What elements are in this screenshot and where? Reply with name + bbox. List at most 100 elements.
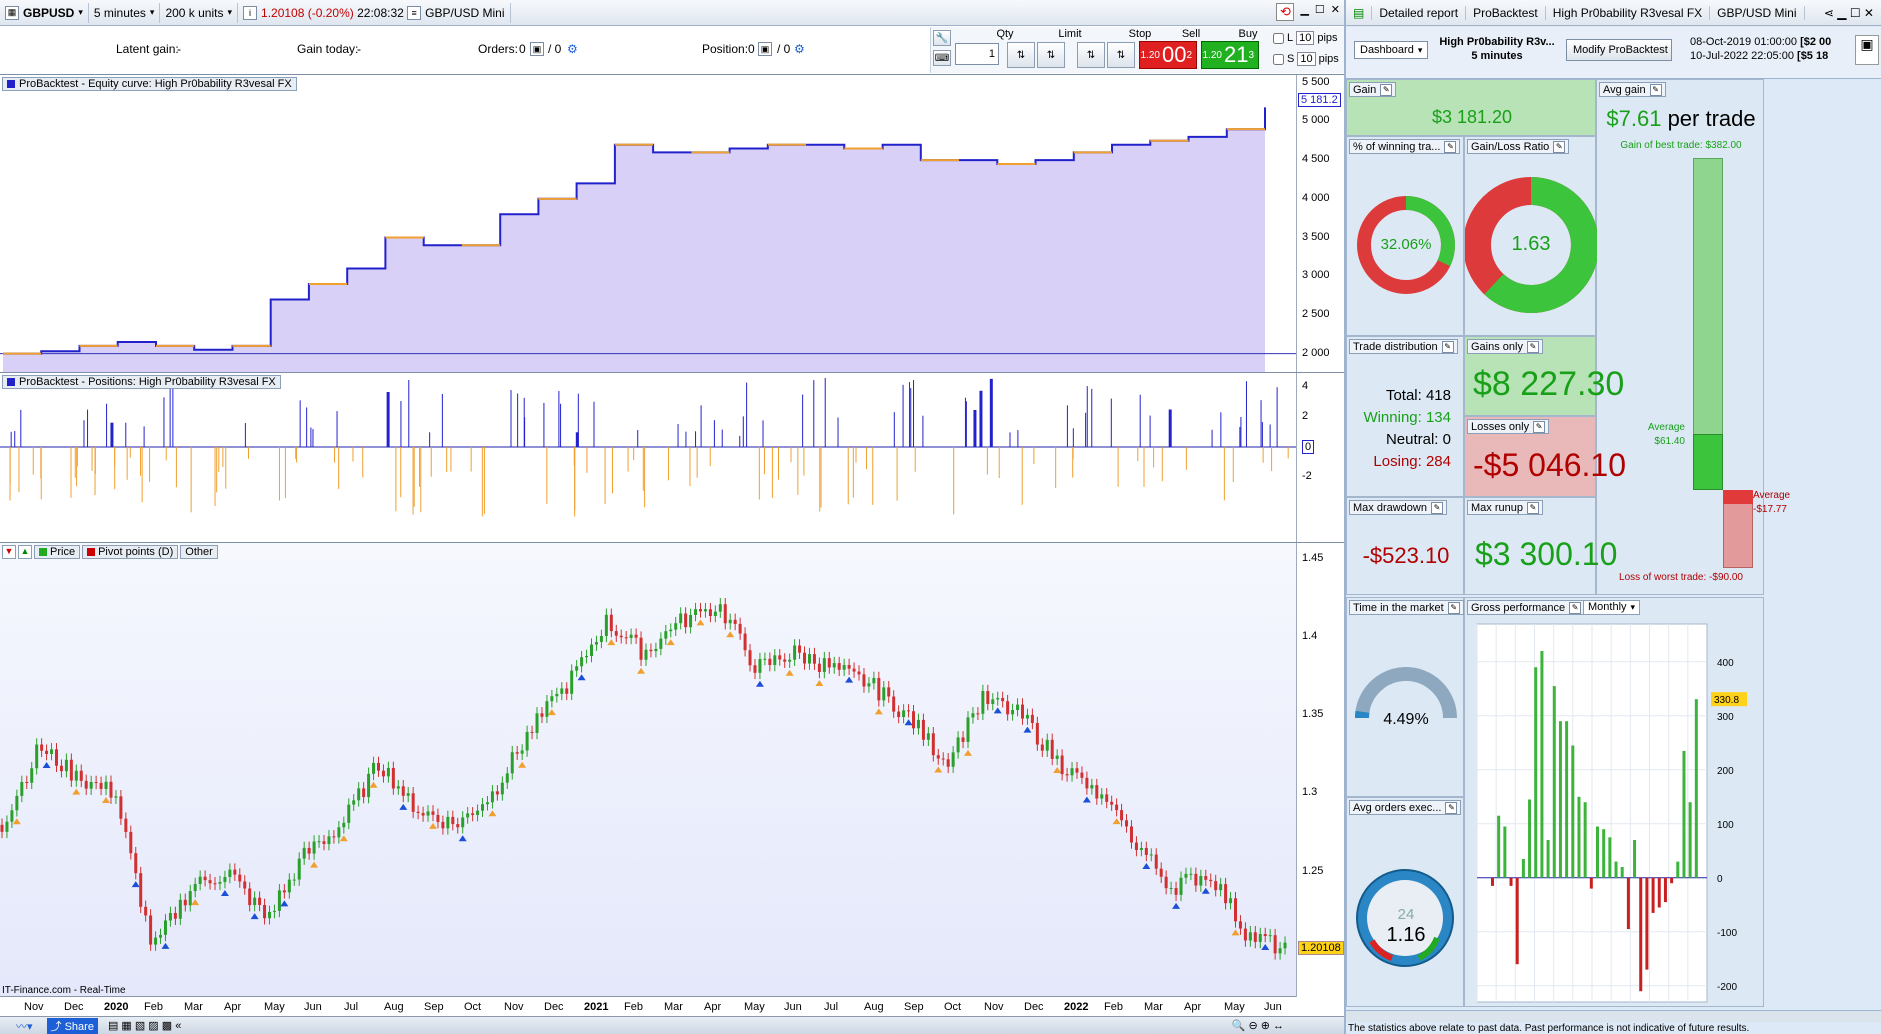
- price-candle: [372, 762, 376, 774]
- orders-icon[interactable]: ▣: [530, 42, 544, 56]
- price-candle: [381, 770, 385, 777]
- s-pips-input[interactable]: 10: [1297, 52, 1316, 66]
- positions-chart[interactable]: [0, 373, 1296, 543]
- qty-input[interactable]: [955, 43, 999, 65]
- x-tick: Apr: [704, 1001, 722, 1013]
- price-candle: [485, 802, 489, 805]
- modify-probacktest-button[interactable]: Modify ProBacktest: [1566, 39, 1672, 61]
- price-candle: [89, 782, 93, 789]
- zoom-icons[interactable]: 🔍 ⊖ ⊕ ↔: [1232, 1019, 1284, 1032]
- tab-instrument[interactable]: GBP/USD Mini: [1710, 5, 1805, 20]
- price-candle: [698, 609, 702, 612]
- time-in-market-value: 4.49%: [1383, 711, 1429, 728]
- gross-bar: [1633, 840, 1637, 878]
- stop-buy-button[interactable]: ⇅: [1077, 42, 1105, 68]
- price-candle: [679, 613, 683, 624]
- price-chart[interactable]: [0, 543, 1296, 997]
- avg-gain-title[interactable]: Avg gain ✎: [1599, 82, 1666, 97]
- trade-marker: [102, 796, 111, 803]
- max-drawdown-title[interactable]: Max drawdown ✎: [1349, 500, 1447, 515]
- gains-only-title[interactable]: Gains only ✎: [1467, 339, 1543, 354]
- gain-title[interactable]: Gain ✎: [1349, 82, 1397, 97]
- l-checkbox[interactable]: [1273, 32, 1284, 44]
- pivot-tab[interactable]: Pivot points (D): [82, 545, 179, 559]
- limit-buy-button[interactable]: ⇅: [1007, 42, 1035, 68]
- l-pips-input[interactable]: 10: [1296, 31, 1315, 45]
- other-tab[interactable]: Other: [180, 545, 218, 559]
- price-candle: [476, 810, 480, 816]
- limit-sell-button[interactable]: ⇅: [1037, 42, 1065, 68]
- gear-icon-2[interactable]: ⚙: [794, 42, 805, 56]
- units-select[interactable]: 200 k units: [160, 2, 239, 23]
- positions-title[interactable]: ProBacktest - Positions: High Pr0babilit…: [2, 375, 281, 389]
- share-button[interactable]: ⤴ Share: [46, 1017, 98, 1034]
- gross-mode-select[interactable]: Monthly: [1583, 600, 1641, 615]
- system-name: High Pr0bability R3v...: [1439, 36, 1555, 48]
- report-scrollbar[interactable]: [1346, 1010, 1881, 1022]
- tab-system[interactable]: High Pr0bability R3vesal FX: [1546, 5, 1711, 20]
- export-icon[interactable]: ▣: [1855, 35, 1879, 65]
- price-candle: [50, 749, 54, 755]
- losses-only-title[interactable]: Losses only ✎: [1467, 419, 1550, 434]
- gross-bar: [1540, 651, 1544, 878]
- sell-button[interactable]: 1.20 00 2: [1139, 41, 1197, 69]
- gross-performance-chart[interactable]: 400 300 200 100 0 -100 -200 330.8: [1465, 618, 1765, 1008]
- price-candle: [258, 897, 262, 905]
- tools-icon[interactable]: ▤ ▦ ▧ ▨ ▩ «: [108, 1019, 181, 1032]
- price-candle: [1120, 810, 1124, 821]
- gross-performance-title[interactable]: Gross performance ✎: [1467, 600, 1586, 615]
- price-candle: [263, 904, 267, 919]
- indicator-icon[interactable]: 〰▾: [16, 1018, 33, 1034]
- price-candle: [342, 822, 346, 828]
- minimize-icon[interactable]: ▁: [1300, 3, 1308, 21]
- stop-sell-button[interactable]: ⇅: [1107, 42, 1135, 68]
- price-last-label: 1.20108: [1298, 941, 1344, 956]
- price-candle: [436, 814, 440, 822]
- price-candle: [555, 693, 559, 697]
- price-candle: [183, 899, 187, 906]
- arrow-up-icon[interactable]: ▲: [18, 545, 32, 559]
- trade-marker: [369, 781, 378, 788]
- gross-bar: [1614, 861, 1618, 878]
- maximize-icon[interactable]: ☐: [1315, 3, 1325, 21]
- trade-distribution-card: Trade distribution ✎ Total: 418 Winning: …: [1346, 336, 1464, 497]
- report-header: Dashboard High Pr0bability R3v... 5 minu…: [1346, 27, 1881, 79]
- close-icon[interactable]: ✕: [1331, 3, 1340, 21]
- winning-pct-card: % of winning tra... ✎ 32.06%: [1346, 136, 1464, 336]
- max-runup-title[interactable]: Max runup ✎: [1467, 500, 1543, 515]
- price-candle: [386, 767, 390, 777]
- equity-last-label: 5 181.2: [1298, 93, 1341, 108]
- share-icon[interactable]: ⋖ ▁ ☐ ✕: [1817, 6, 1881, 20]
- equity-title[interactable]: ProBacktest - Equity curve: High Pr0babi…: [2, 77, 297, 91]
- refresh-icon[interactable]: ⟲: [1276, 3, 1295, 21]
- price-tab[interactable]: Price: [34, 545, 81, 559]
- price-candle: [282, 890, 286, 893]
- positions-tick: 2: [1302, 410, 1309, 422]
- arrow-down-icon[interactable]: ▼: [2, 545, 16, 559]
- price-candle: [931, 733, 935, 756]
- gear-icon[interactable]: ⚙: [567, 42, 578, 56]
- x-tick: May: [744, 1001, 765, 1013]
- timeframe-select[interactable]: 5 minutes: [89, 2, 161, 23]
- price-candle: [629, 634, 633, 638]
- price-candle: [703, 609, 707, 612]
- tab-probacktest[interactable]: ProBacktest: [1466, 5, 1546, 20]
- wrench-icon[interactable]: 🔧: [933, 30, 951, 46]
- view-select[interactable]: Dashboard: [1354, 41, 1429, 59]
- buy-button[interactable]: 1.20 21 3: [1201, 41, 1259, 69]
- price-candle: [788, 659, 792, 662]
- price-candle: [45, 750, 49, 755]
- keyboard-icon[interactable]: ⌨: [933, 50, 951, 66]
- avg-positive-bar: [1693, 434, 1723, 490]
- price-candle: [689, 614, 693, 628]
- s-checkbox[interactable]: [1273, 53, 1284, 65]
- instrument-select[interactable]: ▦ GBPUSD: [0, 2, 89, 23]
- trade-marker: [428, 822, 437, 829]
- price-candle: [837, 663, 841, 670]
- trade-marker: [904, 719, 913, 726]
- position-icon[interactable]: ▣: [758, 42, 772, 56]
- price-candle: [1080, 772, 1084, 778]
- equity-chart[interactable]: [0, 75, 1296, 373]
- tab-detailed-report[interactable]: Detailed report: [1372, 5, 1467, 20]
- trade-distribution-title[interactable]: Trade distribution ✎: [1349, 339, 1458, 354]
